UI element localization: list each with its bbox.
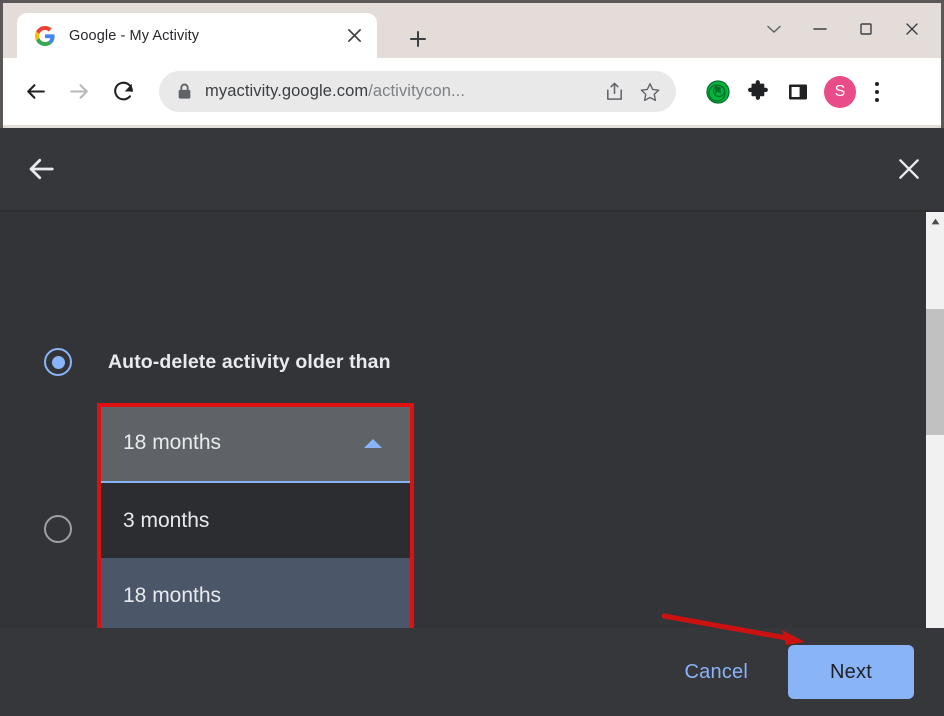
tab-search-chevron-down-icon[interactable] (751, 9, 797, 49)
tab-title: Google - My Activity (69, 27, 200, 44)
screenshot-root: Google - My Activity myactivity.google.c… (0, 0, 944, 716)
browser-tab[interactable]: Google - My Activity (17, 13, 377, 58)
radio-option-label: Auto-delete activity older than (108, 351, 391, 373)
radio-second-icon[interactable] (44, 515, 72, 543)
auto-delete-dialog: Auto-delete activity older than can alwa… (0, 128, 944, 716)
dialog-back-icon[interactable] (20, 148, 62, 190)
select-selected-value: 18 months (123, 431, 222, 454)
dialog-header (0, 128, 944, 210)
bookmark-star-icon[interactable] (632, 74, 668, 110)
chevron-up-icon[interactable] (364, 438, 382, 448)
dialog-close-icon[interactable] (888, 148, 930, 190)
google-favicon (35, 25, 55, 46)
puzzle-piece-icon[interactable] (738, 72, 778, 112)
url-domain: myactivity.google.com (205, 82, 369, 100)
url-path: /activitycon... (368, 82, 466, 100)
window-close-icon[interactable] (889, 9, 935, 49)
browser-toolbar: myactivity.google.com/activitycon... S (3, 58, 941, 125)
browser-window-chrome: Google - My Activity myactivity.google.c… (0, 0, 944, 128)
tab-strip: Google - My Activity (3, 3, 941, 58)
share-icon[interactable] (596, 74, 632, 110)
scrollbar-up-arrow-icon[interactable] (926, 212, 944, 230)
select-option-18-months[interactable]: 18 months (99, 558, 412, 633)
nav-reload-icon[interactable] (101, 70, 145, 114)
address-bar[interactable]: myactivity.google.com/activitycon... (159, 71, 676, 112)
green-circles-extension-icon[interactable] (698, 72, 738, 112)
tab-close-icon[interactable] (339, 21, 369, 51)
window-minimize-icon[interactable] (797, 9, 843, 49)
new-tab-button[interactable] (401, 22, 435, 56)
window-controls (751, 7, 935, 51)
radio-option-auto-delete[interactable]: Auto-delete activity older than (44, 348, 391, 376)
url-text: myactivity.google.com/activitycon... (205, 82, 596, 101)
extension-icons: S (698, 72, 896, 112)
side-panel-icon[interactable] (778, 72, 818, 112)
lock-icon (167, 83, 201, 100)
nav-forward-icon[interactable] (57, 70, 101, 114)
next-button[interactable]: Next (788, 645, 914, 699)
dialog-footer: Cancel Next (0, 628, 944, 716)
nav-back-icon[interactable] (13, 70, 57, 114)
cancel-button[interactable]: Cancel (667, 649, 766, 696)
scrollbar-thumb[interactable] (926, 309, 944, 435)
browser-menu-kebab-icon[interactable] (858, 72, 896, 112)
select-trigger[interactable]: 18 months (99, 405, 412, 483)
select-option-3-months[interactable]: 3 months (99, 483, 412, 558)
window-maximize-icon[interactable] (843, 9, 889, 49)
profile-avatar[interactable]: S (824, 75, 856, 108)
page-scrollbar[interactable] (926, 212, 944, 692)
radio-auto-delete-icon[interactable] (44, 348, 72, 376)
